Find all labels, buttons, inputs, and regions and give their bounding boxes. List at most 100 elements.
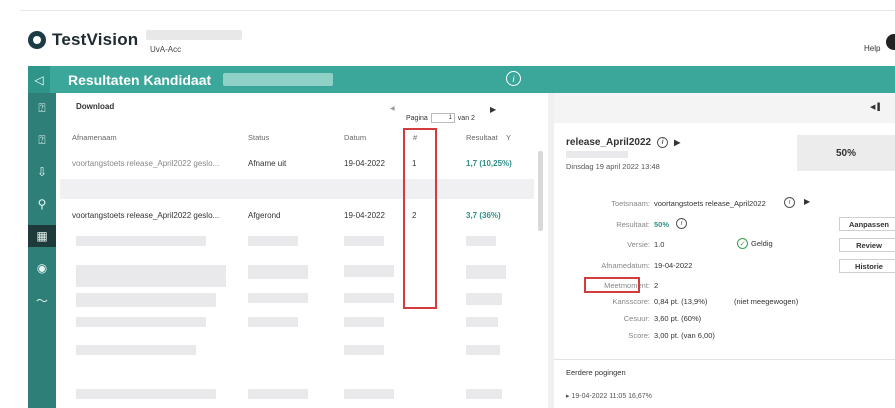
column-header-resultaat[interactable]: Resultaat — [466, 133, 498, 142]
row-date: 19-04-2022 — [344, 211, 385, 220]
row-date: 19-04-2022 — [344, 159, 385, 168]
blurred-cell — [76, 317, 206, 327]
previous-attempt-text: 19-04-2022 11:05 16,67% — [571, 393, 652, 400]
blurred-cell — [76, 236, 206, 246]
versie-value: 1.0 — [654, 240, 665, 249]
row-result[interactable]: 3,7 (36%) — [466, 211, 501, 220]
question-box-icon[interactable]: ⍰ — [28, 129, 56, 151]
app-name: TestVision — [52, 30, 139, 49]
blurred-cell — [466, 345, 500, 355]
blurred-row — [60, 179, 534, 199]
row-name: voortangstoets release_April2022 geslo..… — [72, 211, 220, 220]
result-detail-panel: ◀ ▌ release_April2022 i ▶ Dinsdag 19 apr… — [554, 93, 895, 408]
blurred-cell — [76, 389, 216, 399]
score-percentage: 50% — [797, 135, 895, 171]
table-header: Afnamenaam Status Datum # Resultaat Y — [56, 131, 544, 147]
table-row[interactable]: voortangstoets release_April2022 geslo..… — [56, 205, 544, 227]
sidebar: ⍰ ⍰ ⇩ ⚲ ▦ ◉ 〜 — [28, 93, 56, 408]
table-row[interactable]: voortangstoets release_April2022 geslo..… — [56, 153, 544, 175]
blurred-cell — [76, 265, 226, 287]
results-list-panel: Download ◀ Pagina 1 van 2 ▶ Afnamenaam S… — [56, 93, 544, 408]
info-icon[interactable]: i — [784, 197, 795, 208]
page-number-input[interactable]: 1 — [430, 113, 455, 123]
aanpassen-button[interactable]: Aanpassen — [839, 217, 895, 231]
column-header-datum[interactable]: Datum — [344, 133, 366, 142]
highlight-meetmoment — [584, 277, 640, 293]
column-header-status[interactable]: Status — [248, 133, 269, 142]
validity-status: ✓ Geldig — [737, 238, 773, 249]
row-status: Afgerond — [248, 211, 281, 220]
testvision-logo-icon — [28, 31, 46, 49]
header-divider — [20, 10, 895, 11]
row-status: Afname uit — [248, 159, 287, 168]
review-button[interactable]: Review — [839, 238, 895, 252]
filter-icon[interactable]: Y — [506, 133, 511, 142]
chart-icon[interactable]: 〜 — [28, 289, 56, 311]
afnamedatum-value: 19-04-2022 — [654, 261, 693, 270]
question-icon[interactable]: ⍰ — [28, 97, 56, 119]
score-label: Score: — [628, 331, 650, 340]
info-icon[interactable]: i — [506, 71, 521, 86]
chevron-left-icon[interactable]: ◁ — [28, 66, 50, 93]
calendar-icon[interactable]: ▦ — [28, 225, 56, 247]
user-search-icon[interactable]: ⚲ — [28, 193, 56, 215]
blurred-text — [566, 151, 628, 158]
blurred-cell — [466, 236, 496, 246]
blurred-cell — [344, 389, 394, 399]
blurred-cell — [466, 389, 502, 399]
kansscore-note: (niet meegewogen) — [734, 297, 799, 306]
play-icon[interactable]: ▶ — [804, 197, 810, 206]
previous-attempts-title: Eerdere pogingen — [566, 368, 626, 377]
previous-attempt-item[interactable]: ▸ 19-04-2022 11:05 16,67% — [566, 392, 652, 400]
blurred-cell — [466, 265, 506, 279]
kansscore-value: 0,84 pt. (13,9%) — [654, 297, 708, 306]
blurred-cell — [248, 317, 298, 327]
score-value: 3,00 pt. (van 6,00) — [654, 331, 715, 340]
play-icon[interactable]: ▶ — [674, 138, 680, 147]
blurred-cell — [344, 265, 394, 277]
highlight-number-column — [403, 128, 437, 309]
detail-toolbar: ◀ ▌ — [554, 93, 895, 123]
resultaat-label: Resultaat: — [616, 220, 650, 229]
blurred-cell — [344, 236, 384, 246]
blurred-cell — [344, 345, 384, 355]
blurred-cell — [248, 265, 308, 279]
row-result[interactable]: 1,7 (10,25%) — [466, 159, 512, 168]
cesuur-label: Cesuur: — [623, 314, 650, 323]
download-box-icon[interactable]: ⇩ — [28, 161, 56, 183]
blurred-cell — [466, 293, 502, 305]
column-header-afnamenaam[interactable]: Afnamenaam — [72, 133, 117, 142]
blurred-cell — [466, 317, 498, 327]
pager-prefix: Pagina — [406, 114, 428, 122]
help-link[interactable]: Help — [864, 44, 880, 53]
resultaat-value: 50% — [654, 220, 670, 229]
page-title: Resultaten Kandidaat — [68, 72, 212, 88]
info-icon[interactable]: i — [657, 137, 669, 148]
detail-date: Dinsdag 19 april 2022 13:48 — [566, 162, 660, 171]
list-scrollbar[interactable] — [538, 151, 543, 231]
app-header: TestVision UvA-Acc Help — [0, 0, 895, 64]
environment-label: UvA-Acc — [150, 45, 182, 54]
historie-button[interactable]: Historie — [839, 259, 895, 273]
pager-prev-icon[interactable]: ◀ — [390, 105, 395, 112]
blurred-candidate-name — [223, 73, 333, 86]
blurred-cell — [248, 236, 298, 246]
row-name: voortangstoets release_April2022 geslo..… — [72, 159, 220, 168]
info-icon[interactable]: i — [676, 218, 687, 229]
pager-suffix: van 2 — [457, 114, 475, 122]
download-button[interactable]: Download — [76, 102, 114, 111]
pager-next-icon[interactable]: ▶ — [490, 105, 496, 114]
pager: Pagina 1 van 2 — [406, 113, 475, 123]
blurred-cell — [248, 293, 308, 303]
versie-label: Versie: — [627, 240, 650, 249]
blurred-cell — [248, 389, 308, 399]
blurred-cell — [76, 293, 216, 307]
collapse-panel-icon[interactable]: ◀ ▌ — [870, 103, 882, 111]
avatar[interactable] — [886, 34, 895, 50]
check-circle-icon: ✓ — [737, 238, 748, 249]
cesuur-value: 3,60 pt. (60%) — [654, 314, 702, 323]
afnamedatum-label: Afnamedatum: — [601, 261, 650, 270]
blurred-cell — [344, 293, 394, 303]
app-logo[interactable]: TestVision — [28, 30, 138, 50]
eye-icon[interactable]: ◉ — [28, 257, 56, 279]
